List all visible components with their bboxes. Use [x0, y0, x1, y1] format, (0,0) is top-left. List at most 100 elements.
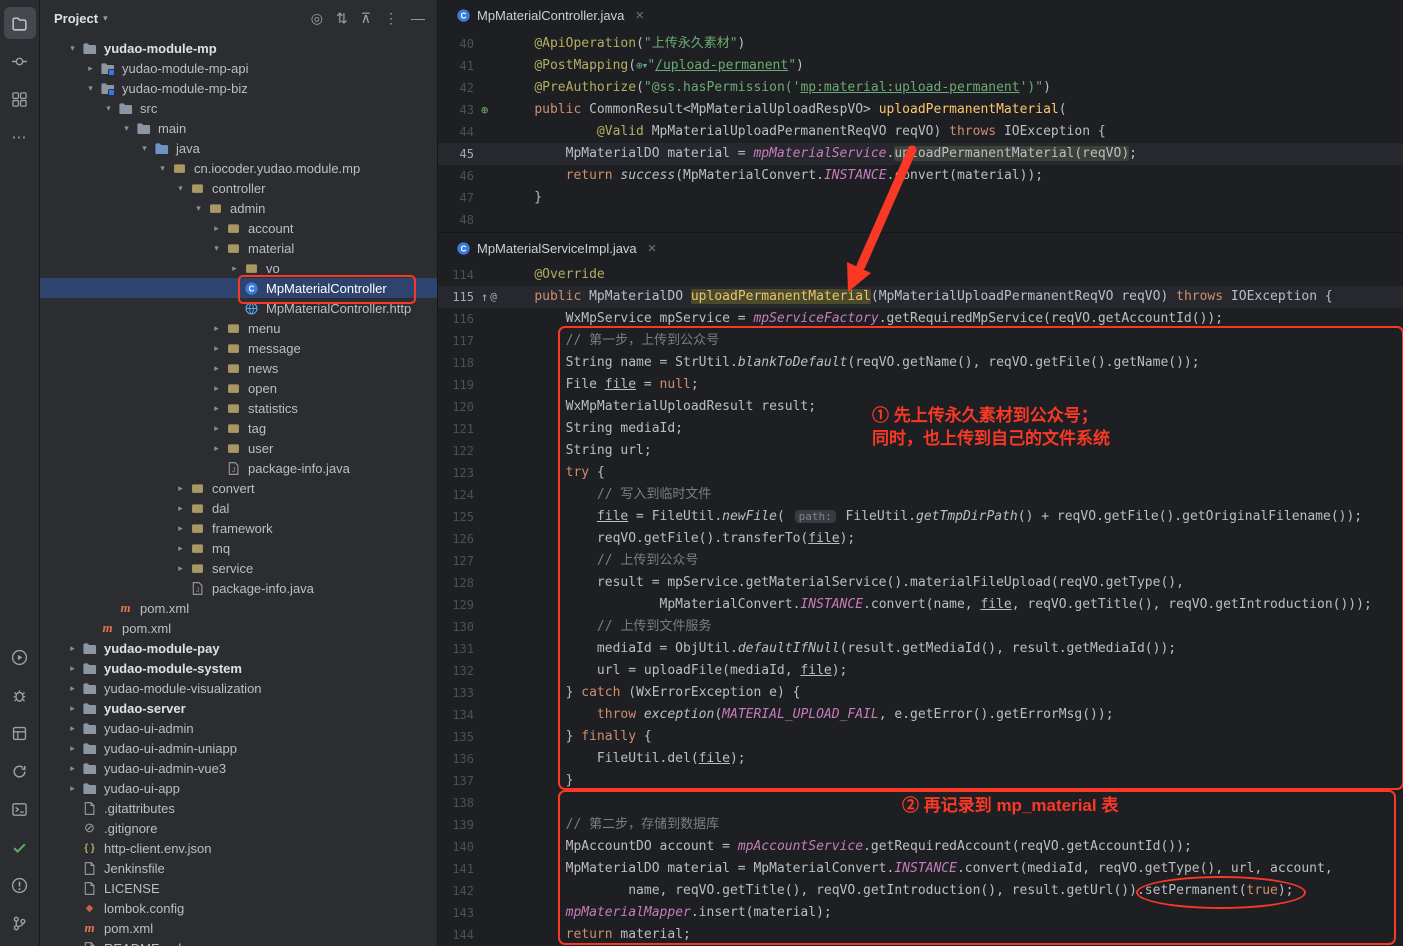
debug-icon[interactable]	[4, 679, 36, 711]
tree-item-main[interactable]: ▾main	[40, 118, 437, 138]
tree-collapsed-arrow-icon[interactable]: ▸	[64, 763, 81, 774]
chevron-down-icon[interactable]: ▾	[103, 13, 108, 24]
terminal-icon[interactable]	[4, 793, 36, 825]
code-line-126[interactable]: 126 reqVO.getFile().transferTo(file);	[438, 528, 1403, 550]
tree-item-pom-xml[interactable]: mpom.xml	[40, 918, 437, 938]
code-line-133[interactable]: 133 } catch (WxErrorException e) {	[438, 682, 1403, 704]
code-line-137[interactable]: 137 }	[438, 770, 1403, 792]
close-icon[interactable]: ×	[648, 240, 657, 257]
code-line-47[interactable]: 47 }	[438, 187, 1403, 209]
code-line-48[interactable]: 48	[438, 209, 1403, 231]
tree-item-yudao-module-mp[interactable]: ▾yudao-module-mp	[40, 38, 437, 58]
version-control-icon[interactable]	[4, 907, 36, 939]
tab-mpmaterialcontroller-java[interactable]: C MpMaterialController.java ×	[446, 0, 654, 30]
tree-item-http-client-env-json[interactable]: { }http-client.env.json	[40, 838, 437, 858]
tree-item-yudao-module-pay[interactable]: ▸yudao-module-pay	[40, 638, 437, 658]
tree-item-license[interactable]: LICENSE	[40, 878, 437, 898]
code-line-125[interactable]: 125 file = FileUtil.newFile( path: FileU…	[438, 506, 1403, 528]
tree-item-yudao-module-mp-biz[interactable]: ▾yudao-module-mp-biz	[40, 78, 437, 98]
code-line-45[interactable]: 45 MpMaterialDO material = mpMaterialSer…	[438, 143, 1403, 165]
tree-item-user[interactable]: ▸user	[40, 438, 437, 458]
structure-icon[interactable]	[4, 83, 36, 115]
api-endpoint-icon[interactable]: ⊕	[481, 99, 488, 121]
code-line-114[interactable]: 114 @Override	[438, 264, 1403, 286]
commit-icon[interactable]	[4, 45, 36, 77]
tree-item-yudao-server[interactable]: ▸yudao-server	[40, 698, 437, 718]
tree-item-tag[interactable]: ▸tag	[40, 418, 437, 438]
code-line-120[interactable]: 120 WxMpMaterialUploadResult result;	[438, 396, 1403, 418]
tab-mpmaterialserviceimpl-java[interactable]: C MpMaterialServiceImpl.java ×	[446, 233, 666, 263]
code-line-41[interactable]: 41 @PostMapping(⊕▾"/upload-permanent")	[438, 55, 1403, 77]
tree-item-admin[interactable]: ▾admin	[40, 198, 437, 218]
tree-collapsed-arrow-icon[interactable]: ▸	[208, 443, 225, 454]
tree-collapsed-arrow-icon[interactable]: ▸	[64, 743, 81, 754]
tree-collapsed-arrow-icon[interactable]: ▸	[208, 323, 225, 334]
code-line-141[interactable]: 141 MpMaterialDO material = MpMaterialCo…	[438, 858, 1403, 880]
tree-collapsed-arrow-icon[interactable]: ▸	[64, 703, 81, 714]
code-line-139[interactable]: 139 // 第二步，存储到数据库	[438, 814, 1403, 836]
tree-item-yudao-ui-app[interactable]: ▸yudao-ui-app	[40, 778, 437, 798]
code-line-127[interactable]: 127 // 上传到公众号	[438, 550, 1403, 572]
tree-collapsed-arrow-icon[interactable]: ▸	[82, 63, 99, 74]
tree-item-open[interactable]: ▸open	[40, 378, 437, 398]
tree-collapsed-arrow-icon[interactable]: ▸	[64, 783, 81, 794]
tree-collapsed-arrow-icon[interactable]: ▸	[208, 403, 225, 414]
tree-item-menu[interactable]: ▸menu	[40, 318, 437, 338]
code-line-136[interactable]: 136 FileUtil.del(file);	[438, 748, 1403, 770]
code-line-40[interactable]: 40 @ApiOperation("上传永久素材")	[438, 33, 1403, 55]
override-marker-icon[interactable]: ↑	[481, 286, 488, 308]
tree-item-jenkinsfile[interactable]: Jenkinsfile	[40, 858, 437, 878]
sync-icon[interactable]	[4, 755, 36, 787]
tree-collapsed-arrow-icon[interactable]: ▸	[64, 683, 81, 694]
tree-item--gitattributes[interactable]: .gitattributes	[40, 798, 437, 818]
code-line-135[interactable]: 135 } finally {	[438, 726, 1403, 748]
tree-item-service[interactable]: ▸service	[40, 558, 437, 578]
tree-collapsed-arrow-icon[interactable]: ▸	[226, 263, 243, 274]
tree-collapsed-arrow-icon[interactable]: ▸	[172, 483, 189, 494]
tree-expanded-arrow-icon[interactable]: ▾	[190, 203, 207, 214]
tree-item-cn-iocoder-yudao-module-mp[interactable]: ▾cn.iocoder.yudao.module.mp	[40, 158, 437, 178]
code-line-132[interactable]: 132 url = uploadFile(mediaId, file);	[438, 660, 1403, 682]
code-line-119[interactable]: 119 File file = null;	[438, 374, 1403, 396]
services-icon[interactable]	[4, 717, 36, 749]
project-panel-title[interactable]: Project	[54, 11, 98, 26]
more-tools-icon[interactable]: ⋯	[4, 121, 36, 153]
tree-item-package-info-java[interactable]: Jpackage-info.java	[40, 578, 437, 598]
more-icon[interactable]: ⋮	[384, 10, 398, 27]
tree-expanded-arrow-icon[interactable]: ▾	[100, 103, 117, 114]
tree-item-yudao-module-mp-api[interactable]: ▸yudao-module-mp-api	[40, 58, 437, 78]
tree-item-yudao-module-system[interactable]: ▸yudao-module-system	[40, 658, 437, 678]
close-icon[interactable]: ×	[635, 7, 644, 24]
tree-item-yudao-ui-admin[interactable]: ▸yudao-ui-admin	[40, 718, 437, 738]
code-line-121[interactable]: 121 String mediaId;	[438, 418, 1403, 440]
code-line-44[interactable]: 44 @Valid MpMaterialUploadPermanentReqVO…	[438, 121, 1403, 143]
code-line-128[interactable]: 128 result = mpService.getMaterialServic…	[438, 572, 1403, 594]
code-line-129[interactable]: 129 MpMaterialConvert.INSTANCE.convert(n…	[438, 594, 1403, 616]
code-line-131[interactable]: 131 mediaId = ObjUtil.defaultIfNull(resu…	[438, 638, 1403, 660]
tree-item-mpmaterialcontroller-http[interactable]: MpMaterialController.http	[40, 298, 437, 318]
tree-item-account[interactable]: ▸account	[40, 218, 437, 238]
code-line-123[interactable]: 123 try {	[438, 462, 1403, 484]
tree-expanded-arrow-icon[interactable]: ▾	[136, 143, 153, 154]
tree-item-material[interactable]: ▾material	[40, 238, 437, 258]
code-line-116[interactable]: 116 WxMpService mpService = mpServiceFac…	[438, 308, 1403, 330]
tree-item-readme-md[interactable]: README.md	[40, 938, 437, 946]
problems-icon[interactable]	[4, 869, 36, 901]
tree-expanded-arrow-icon[interactable]: ▾	[208, 243, 225, 254]
locate-icon[interactable]: ◎	[311, 10, 323, 27]
tree-collapsed-arrow-icon[interactable]: ▸	[64, 643, 81, 654]
tree-item-dal[interactable]: ▸dal	[40, 498, 437, 518]
tree-item-lombok-config[interactable]: ◆lombok.config	[40, 898, 437, 918]
code-line-117[interactable]: 117 // 第一步，上传到公众号	[438, 330, 1403, 352]
tree-expanded-arrow-icon[interactable]: ▾	[118, 123, 135, 134]
code-line-142[interactable]: 142 name, reqVO.getTitle(), reqVO.getInt…	[438, 880, 1403, 902]
tree-item--gitignore[interactable]: ⊘.gitignore	[40, 818, 437, 838]
tree-item-src[interactable]: ▾src	[40, 98, 437, 118]
tree-item-yudao-ui-admin-uniapp[interactable]: ▸yudao-ui-admin-uniapp	[40, 738, 437, 758]
tree-collapsed-arrow-icon[interactable]: ▸	[208, 423, 225, 434]
collapse-all-icon[interactable]: ⊼	[361, 10, 371, 27]
code-line-43[interactable]: 43⊕ public CommonResult<MpMaterialUpload…	[438, 99, 1403, 121]
project-icon[interactable]	[4, 7, 36, 39]
code-line-140[interactable]: 140 MpAccountDO account = mpAccountServi…	[438, 836, 1403, 858]
tree-item-message[interactable]: ▸message	[40, 338, 437, 358]
